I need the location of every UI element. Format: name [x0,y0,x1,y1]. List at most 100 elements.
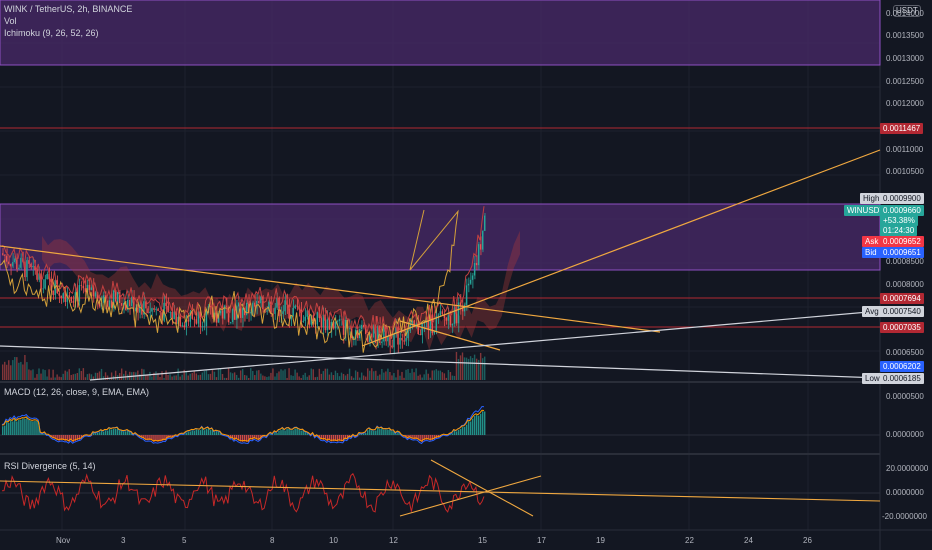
candle-body [68,295,70,298]
volume-bar [318,368,321,380]
volume-bar [459,355,462,380]
candle-body [479,244,482,250]
volume-bar [199,374,202,380]
bid-tag-value: 0.0009651 [880,247,924,258]
volume-bar [46,376,48,380]
candle-body [183,325,185,327]
time-tick: 12 [389,536,398,545]
macd-bar [195,429,198,435]
volume-bar [36,374,38,380]
volume-bar [30,370,32,380]
macd-tick: 0.0000500 [886,392,924,401]
volume-bar [8,360,10,380]
macd-bar [369,429,371,435]
chart-canvas[interactable] [0,0,932,550]
macd-bar [471,418,474,435]
macd-bar [26,417,28,435]
volume-bar [32,369,34,380]
volume-bar [177,368,179,380]
rsi-legend[interactable]: RSI Divergence (5, 14) [4,460,96,472]
candle-body [362,324,365,328]
volume-bar [262,375,264,380]
macd-bar [465,424,468,435]
macd-legend[interactable]: MACD (12, 26, close, 9, EMA, EMA) [4,386,149,398]
volume-bar [207,374,210,380]
volume-bar [44,370,46,380]
candle-body [302,320,304,322]
candle-body [149,311,151,314]
volume-bar [437,370,440,380]
macd-bar [112,428,115,435]
macd-bar [300,430,302,435]
volume-bar [365,376,367,380]
candle-body [70,297,72,302]
candle-body [187,319,189,322]
volume-bar [429,377,431,380]
volume-bar [358,377,361,380]
volume-bar [336,372,339,380]
price-tick: 0.0010500 [886,167,924,176]
candle-body [14,258,16,263]
macd-bar [129,431,131,435]
volume-bar [471,358,474,380]
macd-bar [387,429,389,435]
macd-bar [304,432,306,435]
candle-body [336,320,339,322]
macd-bar [292,430,294,435]
macd-bar [451,433,454,435]
volume-bar [66,371,68,380]
candle-body [219,310,222,314]
volume-bar [387,368,389,380]
volume-bar [322,371,325,380]
candle-body [274,307,276,314]
symbol-legend[interactable]: WINK / TetherUS, 2h, BINANCE [4,3,132,15]
volume-bar [64,370,66,380]
volume-bar [195,373,198,380]
ichimoku-legend[interactable]: Ichimoku (9, 26, 52, 26) [4,27,99,39]
candle-body [209,306,212,308]
volume-bar [383,372,385,380]
volume-bar [58,376,60,380]
candle-body [167,305,169,313]
volume-bar [78,368,81,380]
candle-body [20,257,22,268]
volume-bar [302,374,304,380]
volume-legend[interactable]: Vol [4,15,17,27]
candle-body [393,333,395,348]
volume-bar [149,371,151,380]
volume-bar [342,373,345,380]
volume-bar [246,375,248,380]
candle-body [18,267,20,270]
volume-bar [239,370,242,380]
time-tick: 24 [744,536,753,545]
candle-body [252,302,254,313]
volume-bar [419,374,421,380]
time-tick: 5 [182,536,187,545]
macd-bar [199,430,202,435]
candle-body [52,290,54,295]
candle-body [2,253,4,255]
volume-bar [352,377,355,380]
volume-bar [332,375,335,380]
volume-bar [235,374,238,380]
volume-bar [348,368,351,380]
volume-bar [225,377,228,380]
candle-body [316,312,319,325]
candle-body [294,305,296,308]
volume-bar [431,370,433,380]
candle-body [258,300,260,304]
macd-bar [110,429,113,435]
volume-bar [292,375,294,380]
price-tick: 0.0012500 [886,77,924,86]
macd-bar [282,428,284,435]
candle-body [233,309,236,320]
volume-bar [165,370,167,380]
volume-bar [334,370,337,380]
volume-bar [42,369,44,380]
candle-body [195,319,198,324]
candle-body [191,312,193,319]
volume-bar [120,368,123,380]
volume-bar [114,370,117,380]
time-tick: 8 [270,536,275,545]
candle-body [477,244,480,266]
